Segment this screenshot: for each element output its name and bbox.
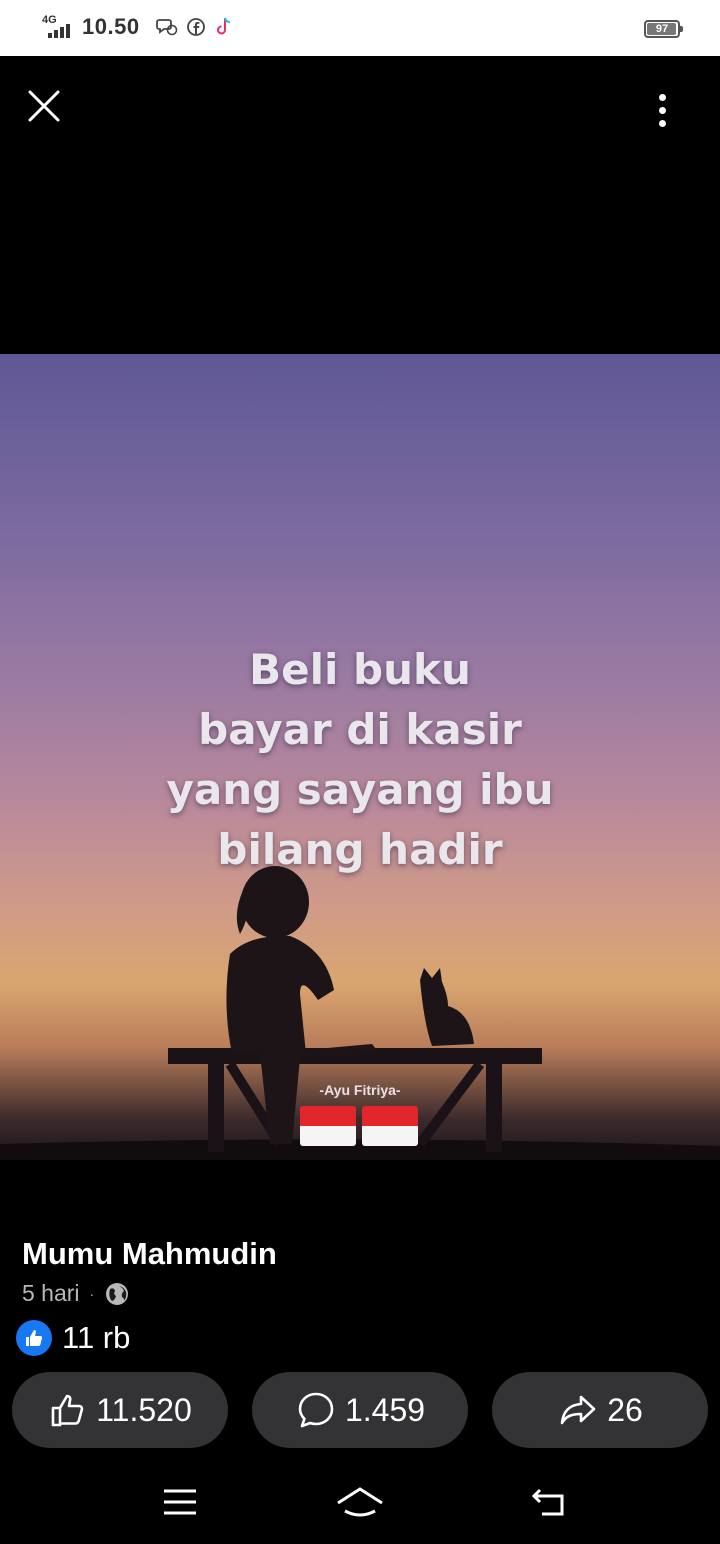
notification-icons bbox=[155, 16, 234, 38]
home-icon bbox=[337, 1487, 383, 1517]
more-vertical-icon bbox=[658, 93, 666, 101]
post-time: 5 hari bbox=[22, 1280, 80, 1306]
like-reaction-icon bbox=[16, 1320, 52, 1356]
share-count: 26 bbox=[607, 1391, 643, 1428]
back-button[interactable] bbox=[518, 1480, 578, 1524]
action-bar: 11.520 1.459 26 bbox=[12, 1372, 708, 1448]
more-dot bbox=[658, 106, 666, 114]
thumbs-up-icon bbox=[51, 1394, 84, 1427]
caption-line: Beli buku bbox=[249, 645, 471, 694]
caption-line: bayar di kasir bbox=[198, 705, 522, 754]
post-meta: 5 hari · bbox=[22, 1280, 130, 1307]
meta-separator: · bbox=[89, 1285, 95, 1302]
caption-line: bilang hadir bbox=[217, 825, 503, 874]
facebook-icon bbox=[186, 18, 205, 36]
menu-icon bbox=[164, 1489, 196, 1515]
status-time: 10.50 bbox=[82, 14, 140, 39]
like-button[interactable]: 11.520 bbox=[12, 1372, 228, 1448]
comment-icon bbox=[298, 1392, 334, 1428]
battery-icon: 97 bbox=[644, 20, 683, 38]
back-icon bbox=[531, 1488, 564, 1516]
author-name[interactable]: Mumu Mahmudin bbox=[22, 1236, 277, 1272]
close-button[interactable] bbox=[24, 86, 64, 126]
battery-percent: 97 bbox=[655, 23, 669, 35]
globe-icon bbox=[106, 1282, 129, 1305]
signal-indicator: 4G bbox=[42, 14, 74, 40]
reactions-summary[interactable]: 11 rb bbox=[16, 1320, 130, 1356]
close-icon bbox=[28, 90, 60, 122]
comment-count: 1.459 bbox=[344, 1391, 426, 1428]
photo-caption: Beli buku bayar di kasir yang sayang ibu… bbox=[0, 640, 720, 880]
photo-watermark: -Ayu Fitriya- bbox=[319, 1082, 401, 1098]
indonesia-flag-icon bbox=[362, 1106, 418, 1146]
indonesia-flag-icon bbox=[300, 1106, 356, 1146]
like-count: 11.520 bbox=[96, 1391, 192, 1428]
reaction-count: 11 rb bbox=[62, 1320, 131, 1355]
flags bbox=[300, 1106, 418, 1146]
share-icon bbox=[560, 1395, 596, 1425]
caption-line: yang sayang ibu bbox=[166, 765, 554, 814]
status-bar: 4G 10.50 97 bbox=[0, 0, 720, 56]
messenger-icon bbox=[155, 19, 177, 36]
post-photo[interactable]: Beli buku bayar di kasir yang sayang ibu… bbox=[0, 354, 720, 1160]
tiktok-icon bbox=[216, 17, 230, 35]
home-button[interactable] bbox=[330, 1480, 390, 1524]
comment-button[interactable]: 1.459 bbox=[252, 1372, 468, 1448]
more-options-button[interactable] bbox=[642, 86, 682, 134]
share-button[interactable]: 26 bbox=[492, 1372, 708, 1448]
system-navigation-bar bbox=[0, 1458, 720, 1544]
status-left: 4G 10.50 bbox=[42, 14, 234, 40]
more-dot bbox=[658, 119, 666, 127]
signal-bars-icon bbox=[48, 24, 70, 38]
menu-button[interactable] bbox=[150, 1480, 210, 1524]
